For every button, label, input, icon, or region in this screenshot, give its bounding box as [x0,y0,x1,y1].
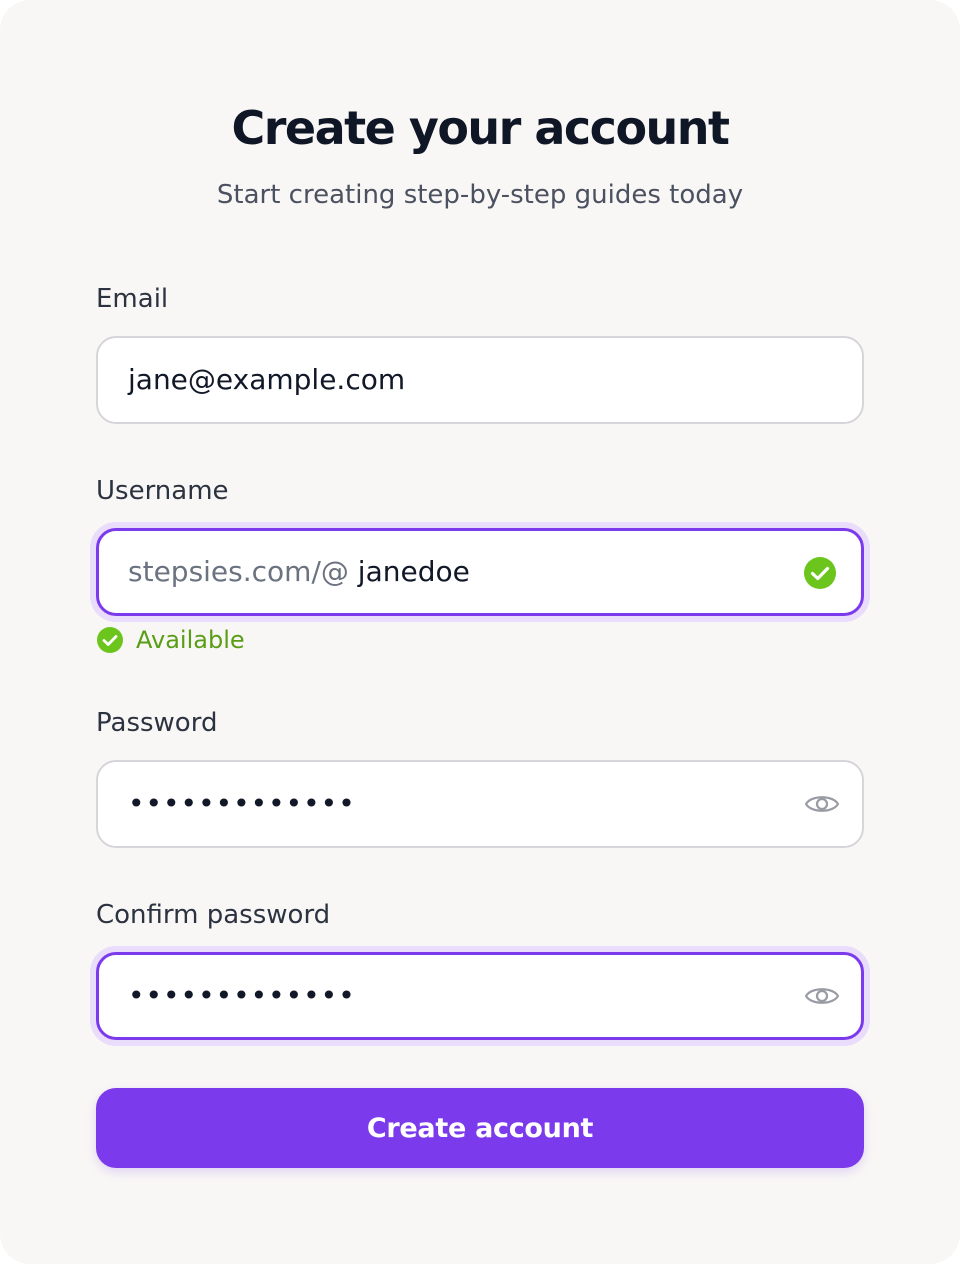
email-label: Email [96,284,169,314]
availability-status: Available [136,626,245,654]
password-value: ••••••••••••• [128,787,356,820]
email-value: jane@example.com [128,363,406,396]
password-label: Password [96,708,218,738]
page-title: Create your account [231,101,730,155]
confirm-password-label: Confirm password [96,900,331,930]
username-value: janedoe [357,555,470,588]
page-subtitle: Start creating step-by-step guides today [216,180,744,210]
username-field[interactable]: stepsies.com/@ janedoe [96,528,864,616]
username-prefix: stepsies.com/@ [128,555,349,588]
check-circle-icon [804,557,836,589]
check-circle-icon [97,627,123,653]
username-availability: Available [96,624,245,656]
password-field[interactable]: ••••••••••••• [96,760,864,848]
username-label: Username [96,476,229,506]
confirm-password-value: ••••••••••••• [128,979,356,1012]
eye-icon[interactable] [804,787,840,821]
signup-card: Create your account Start creating step-… [0,0,960,1264]
email-field[interactable]: jane@example.com [96,336,864,424]
eye-icon[interactable] [804,979,840,1013]
username-input-text: stepsies.com/@ janedoe [128,531,470,613]
create-account-button[interactable]: Create account [96,1088,864,1168]
confirm-password-field[interactable]: ••••••••••••• [96,952,864,1040]
